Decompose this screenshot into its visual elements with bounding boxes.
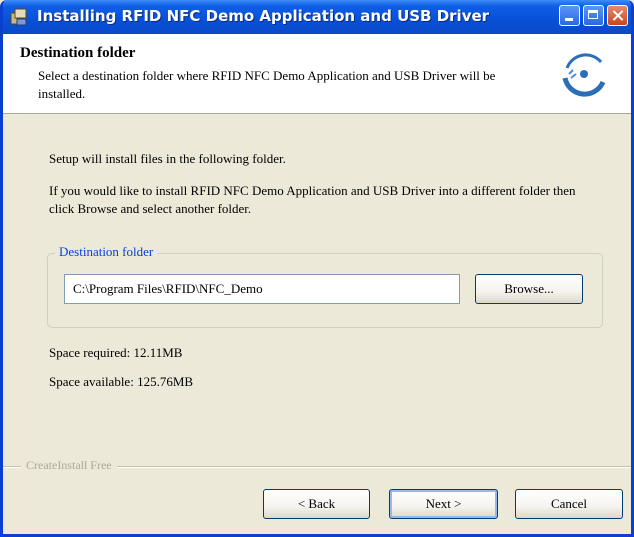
destination-path-input[interactable]: [64, 274, 460, 304]
installer-window: Installing RFID NFC Demo Application and…: [0, 0, 634, 537]
window-title: Installing RFID NFC Demo Application and…: [37, 7, 490, 25]
maximize-button[interactable]: [583, 5, 604, 26]
next-button[interactable]: Next >: [389, 489, 498, 519]
cancel-button-label: Cancel: [550, 496, 588, 511]
back-button[interactable]: < Back: [263, 489, 370, 519]
page-description: Select a destination folder where RFID N…: [38, 68, 496, 101]
cancel-button[interactable]: Cancel: [515, 489, 623, 519]
intro-text: Setup will install files in the followin…: [49, 151, 286, 166]
space-available: Space available: 125.76MB: [49, 374, 194, 389]
disc-logo-icon: [562, 53, 606, 97]
wizard-header: Destination folder Select a destination …: [3, 34, 631, 114]
back-button-label: < Back: [297, 496, 336, 511]
page-title: Destination folder: [20, 45, 136, 61]
browse-button-label: Browse...: [504, 281, 554, 296]
minimize-button[interactable]: [559, 5, 580, 26]
space-required: Space required: 12.11MB: [49, 345, 183, 360]
title-bar[interactable]: Installing RFID NFC Demo Application and…: [3, 0, 631, 34]
close-button[interactable]: [607, 5, 628, 26]
browse-button[interactable]: Browse...: [475, 274, 583, 304]
instructions-text: If you would like to install RFID NFC De…: [49, 183, 576, 216]
installer-icon: [10, 8, 27, 26]
next-button-label: Next >: [425, 496, 462, 511]
brand-label: CreateInstall Free: [21, 458, 117, 473]
destination-group-label: Destination folder: [55, 244, 158, 260]
